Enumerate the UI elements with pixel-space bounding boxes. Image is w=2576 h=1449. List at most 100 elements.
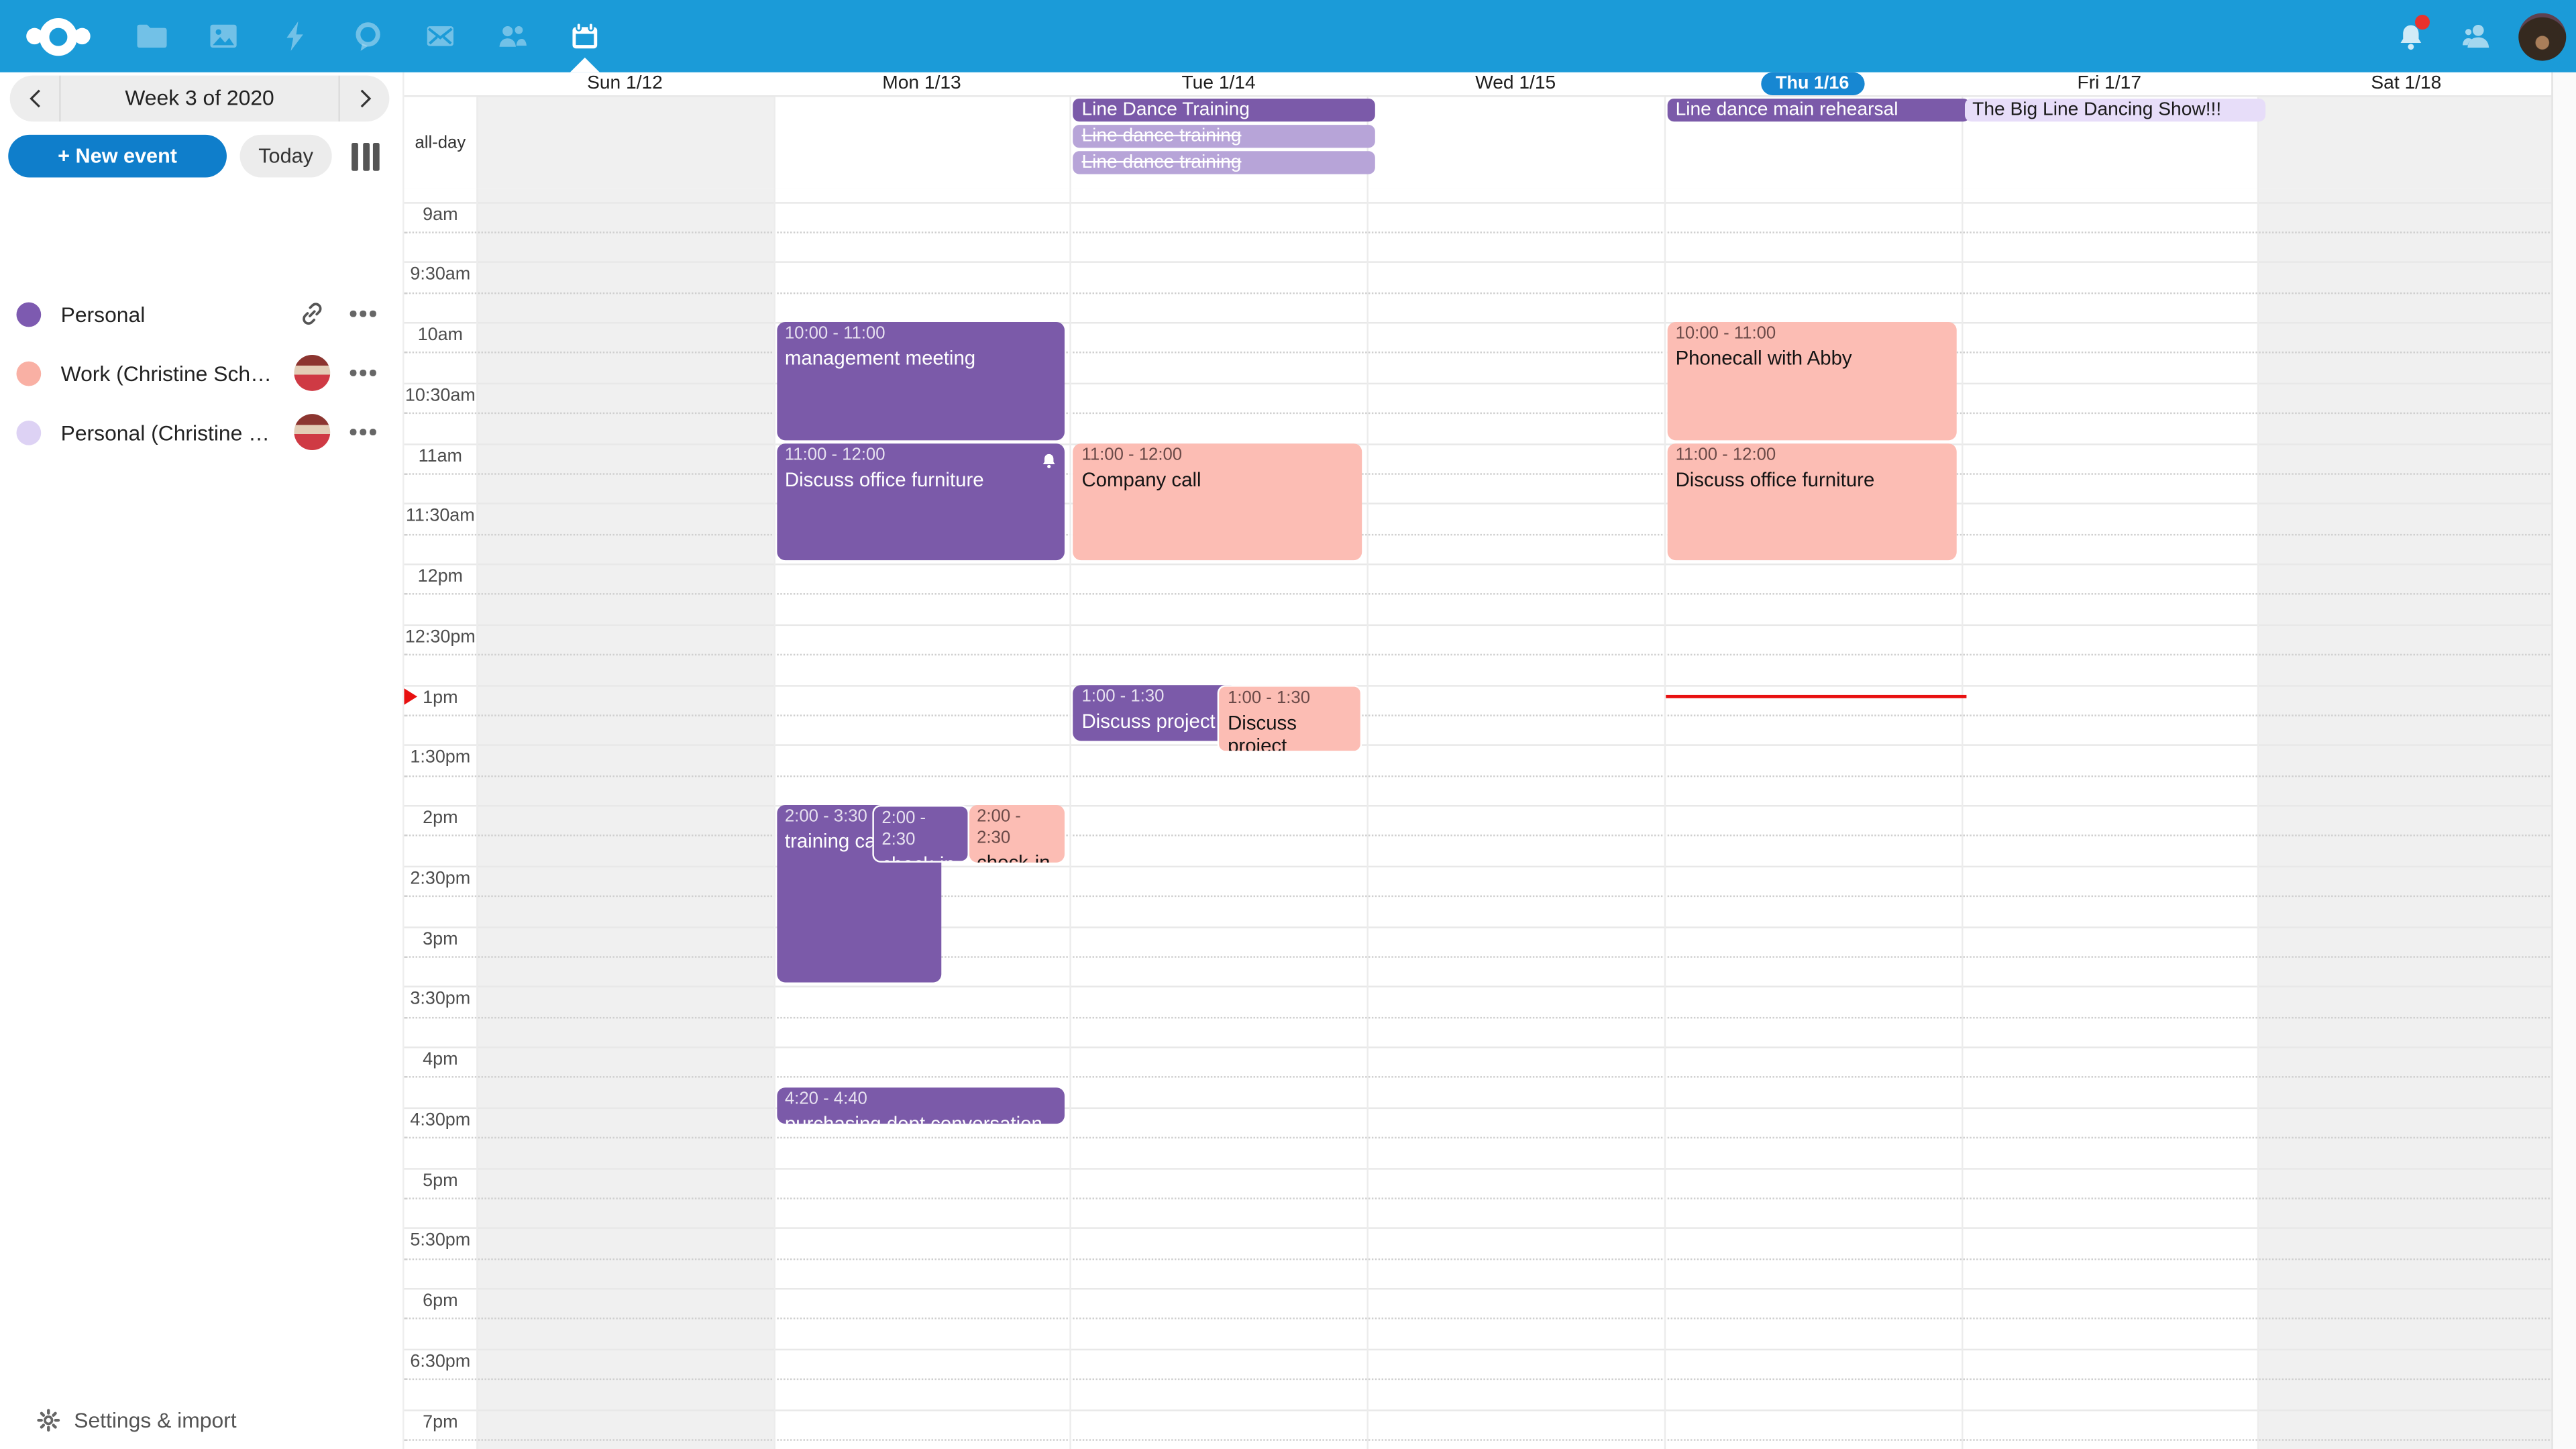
app-mail-mail-icon[interactable] (404, 0, 476, 72)
event-time: 4:20 - 4:40 (785, 1088, 1057, 1110)
today-button[interactable]: Today (240, 135, 332, 178)
nextcloud-logo-icon[interactable] (0, 0, 115, 72)
calendar-list-item[interactable]: Personal (0, 284, 402, 343)
event-title: Discuss office furniture (1676, 468, 1948, 490)
weekend-shading (476, 95, 773, 189)
event-time: 2:00 - 2:30 (881, 808, 959, 851)
calendar-color-dot (16, 301, 41, 326)
current-time-line (1666, 694, 1966, 698)
event-title: management meeting (785, 347, 1057, 370)
calendar-list-item[interactable]: Personal (Christine Schott) (0, 402, 402, 462)
share-link-icon[interactable] (299, 301, 325, 327)
column-divider (476, 189, 478, 1449)
more-options-icon[interactable] (347, 429, 380, 435)
event-time: 11:00 - 12:00 (785, 444, 1057, 466)
event-block[interactable]: 1:00 - 1:30Discuss project announcement (1073, 684, 1238, 741)
more-options-icon[interactable] (347, 370, 380, 376)
half-hour-line (404, 1228, 2553, 1229)
half-hour-line (404, 805, 2553, 806)
calendar-name: Personal (Christine Schott) (61, 420, 281, 445)
event-title: Phonecall with Abby (1676, 347, 1948, 370)
new-event-button[interactable]: + New event (8, 135, 227, 178)
time-label: 4:30pm (404, 1110, 476, 1130)
event-block[interactable]: 11:00 - 12:00Discuss office furniture (777, 443, 1065, 560)
event-time: 2:00 - 2:30 (977, 806, 1057, 849)
all-day-row: all-day Line Dance TrainingLine dance tr… (404, 95, 2553, 191)
all-day-event-cancelled[interactable]: Line dance training (1073, 125, 1375, 148)
half-hour-line (404, 926, 2553, 927)
quarter-hour-line (404, 1016, 2553, 1018)
more-options-icon[interactable] (347, 311, 380, 317)
owner-avatar (294, 414, 330, 450)
event-time: 1:00 - 1:30 (1081, 686, 1230, 707)
event-block[interactable]: 1:00 - 1:30Discuss project announcement (1218, 684, 1362, 751)
app-contacts-contacts-icon[interactable] (476, 0, 549, 72)
action-buttons: + New event Today (8, 135, 389, 178)
quarter-hour-line (404, 594, 2553, 595)
scrollbar[interactable] (2551, 72, 2576, 1449)
half-hour-line (404, 564, 2553, 565)
event-time: 11:00 - 12:00 (1676, 444, 1948, 466)
column-divider (1070, 189, 1071, 1449)
half-hour-line (404, 262, 2553, 263)
half-hour-line (404, 503, 2553, 504)
quarter-hour-line (404, 352, 2553, 354)
app-calendar-calendar-icon[interactable] (549, 0, 621, 72)
all-day-event[interactable]: Line dance main rehearsal (1667, 99, 1969, 122)
settings-import-label: Settings & import (74, 1407, 236, 1432)
calendar-week-view: Sun 1/12Mon 1/13Tue 1/14Wed 1/15Thu 1/16… (402, 72, 2576, 1449)
event-time: 1:00 - 1:30 (1228, 688, 1352, 709)
half-hour-line (404, 1348, 2553, 1350)
event-block[interactable]: 4:20 - 4:40purchasing dept conversation (777, 1087, 1065, 1124)
quarter-hour-line (404, 413, 2553, 414)
time-label: 11am (404, 446, 476, 466)
time-label: 6pm (404, 1291, 476, 1311)
half-hour-line (404, 1107, 2553, 1108)
all-day-event-cancelled[interactable]: Line dance training (1073, 150, 1375, 174)
weekend-shading (476, 189, 773, 1449)
app-talk-talk-icon[interactable] (332, 0, 405, 72)
quarter-hour-line (404, 473, 2553, 474)
time-label: 7pm (404, 1412, 476, 1432)
column-divider (1070, 95, 1071, 189)
week-label[interactable]: Week 3 of 2020 (59, 76, 340, 122)
app-activity-lightning-icon[interactable] (260, 0, 332, 72)
event-title: Company call (1081, 468, 1354, 490)
event-block[interactable]: 10:00 - 11:00Phonecall with Abby (1667, 322, 1955, 439)
column-divider (1664, 189, 1665, 1449)
event-title: check-in (977, 851, 1057, 863)
event-block[interactable]: 2:00 - 2:30check-in (872, 805, 969, 862)
half-hour-line (404, 382, 2553, 384)
event-block[interactable]: 10:00 - 11:00management meeting (777, 322, 1065, 439)
settings-import-button[interactable]: Settings & import (0, 1397, 402, 1443)
time-label: 5:30pm (404, 1231, 476, 1250)
calendar-list-item[interactable]: Work (Christine Schott) (0, 343, 402, 402)
app-photos-photos-icon[interactable] (187, 0, 260, 72)
day-header-sat: Sat 1/18 (2258, 72, 2555, 95)
event-block[interactable]: 11:00 - 12:00Company call (1073, 443, 1362, 560)
event-block[interactable]: 11:00 - 12:00Discuss office furniture (1667, 443, 1955, 560)
event-title: Discuss project announcement (1228, 710, 1352, 751)
notifications-bell-icon[interactable] (2377, 0, 2443, 72)
owner-avatar (294, 355, 330, 391)
event-block[interactable]: 2:00 - 2:30 check-in (969, 805, 1065, 862)
day-header-mon: Mon 1/13 (773, 72, 1071, 95)
quarter-hour-line (404, 533, 2553, 535)
all-day-event[interactable]: Line Dance Training (1073, 99, 1375, 122)
quarter-hour-line (404, 835, 2553, 837)
column-divider (2258, 189, 2259, 1449)
app-files-folder-icon[interactable] (115, 0, 187, 72)
calendar-color-dot (16, 361, 41, 386)
all-day-event[interactable]: The Big Line Dancing Show!!! (1964, 99, 2266, 122)
next-week-button[interactable] (340, 76, 389, 122)
view-switcher-icon[interactable] (352, 142, 380, 170)
previous-week-button[interactable] (10, 76, 59, 122)
time-label: 9am (404, 205, 476, 224)
time-label: 10:30am (404, 386, 476, 405)
user-avatar[interactable] (2518, 12, 2566, 60)
day-header-thu: Thu 1/16 (1664, 72, 1961, 95)
column-divider (1367, 189, 1368, 1449)
quarter-hour-line (404, 1197, 2553, 1199)
contacts-menu-icon[interactable] (2443, 0, 2509, 72)
event-title: Discuss office furniture (785, 468, 1057, 490)
